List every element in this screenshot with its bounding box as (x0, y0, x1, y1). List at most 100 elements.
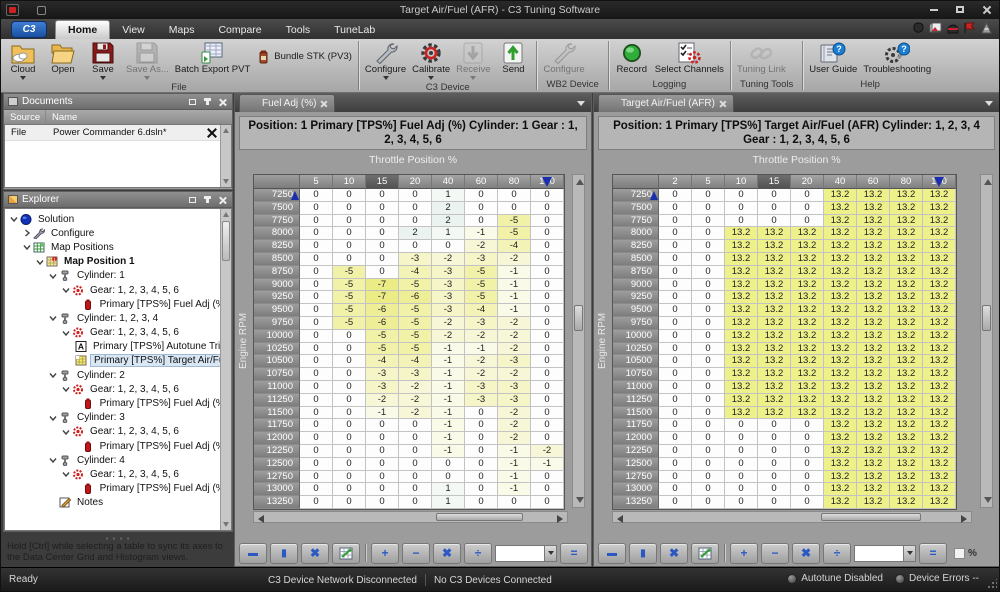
maximize-button[interactable] (951, 3, 969, 16)
table-cell[interactable]: 0 (300, 355, 333, 368)
table-cell[interactable]: 0 (692, 471, 725, 484)
row-header[interactable]: 11500 (254, 407, 300, 420)
table-cell[interactable]: 0 (692, 419, 725, 432)
table-cell[interactable]: 0 (659, 432, 692, 445)
table-cell[interactable]: 13.2 (824, 368, 857, 381)
tab-fuel-adj[interactable]: Fuel Adj (%) (239, 94, 335, 112)
table-cell[interactable]: 0 (399, 432, 432, 445)
add-button[interactable]: + (371, 543, 399, 564)
table-cell[interactable]: 0 (758, 445, 791, 458)
expander-down-icon[interactable] (35, 258, 45, 266)
table-cell[interactable]: 13.2 (923, 227, 956, 240)
table-cell[interactable]: -4 (465, 304, 498, 317)
tree-item[interactable]: Primary [TPS%] Fuel Adj (%) (5, 396, 231, 410)
table-cell[interactable]: 0 (758, 202, 791, 215)
column-header[interactable]: 20 (399, 175, 432, 189)
table-cell[interactable]: -5 (399, 317, 432, 330)
ribbon-button-send[interactable]: Send (493, 40, 533, 76)
table-cell[interactable]: 0 (791, 419, 824, 432)
table-cell[interactable]: 0 (300, 394, 333, 407)
tree-item[interactable]: Primary [TPS%] Fuel Adj (%) (5, 439, 231, 453)
table-cell[interactable]: 0 (399, 483, 432, 496)
table-cell[interactable]: 13.2 (758, 381, 791, 394)
table-cell[interactable]: 13.2 (824, 240, 857, 253)
table-cell[interactable]: 0 (531, 368, 564, 381)
table-cell[interactable]: 0 (791, 189, 824, 202)
table-cell[interactable]: -5 (498, 215, 531, 228)
table-cell[interactable]: 0 (399, 419, 432, 432)
table-cell[interactable]: -3 (465, 253, 498, 266)
table-cell[interactable]: 0 (692, 355, 725, 368)
table-cell[interactable]: 13.2 (890, 202, 923, 215)
table-cell[interactable]: 0 (725, 445, 758, 458)
table-cell[interactable]: 13.2 (758, 343, 791, 356)
table-cell[interactable]: 0 (498, 202, 531, 215)
table-cell[interactable]: 13.2 (725, 355, 758, 368)
table-cell[interactable]: 13.2 (824, 330, 857, 343)
table-cell[interactable]: 0 (659, 496, 692, 509)
row-header[interactable]: 10500 (613, 355, 659, 368)
ribbon-button-record[interactable]: Record (612, 40, 652, 76)
table-cell[interactable]: 0 (366, 496, 399, 509)
table-cell[interactable]: 0 (725, 471, 758, 484)
table-cell[interactable]: 13.2 (890, 407, 923, 420)
table-cell[interactable]: 13.2 (725, 394, 758, 407)
table-cell[interactable]: 0 (300, 471, 333, 484)
tree-item[interactable]: Cylinder: 4 (5, 453, 231, 467)
table-cell[interactable]: 0 (465, 202, 498, 215)
table-cell[interactable]: 13.2 (857, 483, 890, 496)
table-cell[interactable]: -1 (432, 419, 465, 432)
combobox-dropdown-icon[interactable] (904, 545, 916, 562)
close-tab-icon[interactable] (719, 100, 727, 108)
percent-checkbox[interactable]: % (954, 548, 977, 559)
table-cell[interactable]: 13.2 (725, 291, 758, 304)
ribbon-button-cloud[interactable]: Cloud (3, 40, 43, 81)
expander-down-icon[interactable] (61, 428, 71, 436)
table-cell[interactable]: 0 (531, 317, 564, 330)
table-cell[interactable]: 0 (725, 483, 758, 496)
table-cell[interactable]: -4 (366, 355, 399, 368)
table-cell[interactable]: 2 (432, 202, 465, 215)
table-cell[interactable]: 13.2 (791, 240, 824, 253)
table-cell[interactable]: 0 (791, 496, 824, 509)
table-cell[interactable]: 0 (692, 266, 725, 279)
table-cell[interactable]: -2 (366, 394, 399, 407)
table-cell[interactable]: 0 (791, 458, 824, 471)
ribbon-tab-maps[interactable]: Maps (157, 21, 207, 39)
expander-down-icon[interactable] (22, 243, 32, 251)
table-cell[interactable]: -3 (498, 394, 531, 407)
table-cell[interactable]: 13.2 (791, 266, 824, 279)
row-header[interactable]: 8000 (254, 227, 300, 240)
tab-list-dropdown-icon[interactable] (985, 101, 993, 106)
table-cell[interactable]: 0 (692, 496, 725, 509)
table-cell[interactable]: -3 (465, 394, 498, 407)
table-cell[interactable]: 0 (659, 419, 692, 432)
table-cell[interactable]: 13.2 (857, 471, 890, 484)
table-cell[interactable]: 13.2 (923, 317, 956, 330)
table-cell[interactable]: 0 (300, 407, 333, 420)
table-cell[interactable]: 13.2 (923, 368, 956, 381)
table-cell[interactable]: 13.2 (824, 279, 857, 292)
row-header[interactable]: 7250 (613, 189, 659, 202)
table-cell[interactable]: 13.2 (824, 355, 857, 368)
table-cell[interactable]: 0 (659, 407, 692, 420)
table-cell[interactable]: 13.2 (923, 407, 956, 420)
tree-item[interactable]: Solution (5, 212, 231, 226)
row-header[interactable]: 8500 (254, 253, 300, 266)
table-cell[interactable]: 0 (692, 317, 725, 330)
row-header[interactable]: 12000 (254, 432, 300, 445)
resize-grip[interactable] (987, 579, 997, 589)
table-cell[interactable]: 0 (659, 445, 692, 458)
expander-down-icon[interactable] (9, 215, 19, 223)
table-cell[interactable]: 13.2 (923, 330, 956, 343)
table-cell[interactable]: 0 (300, 381, 333, 394)
column-header[interactable]: 5 (692, 175, 725, 189)
expander-down-icon[interactable] (61, 385, 71, 393)
table-cell[interactable]: 0 (531, 240, 564, 253)
table-cell[interactable]: 0 (659, 317, 692, 330)
row-header[interactable]: 12750 (254, 471, 300, 484)
divide-button[interactable]: ÷ (823, 543, 851, 564)
table-cell[interactable]: 13.2 (791, 227, 824, 240)
table-cell[interactable]: 0 (531, 407, 564, 420)
table-cell[interactable]: 0 (659, 202, 692, 215)
